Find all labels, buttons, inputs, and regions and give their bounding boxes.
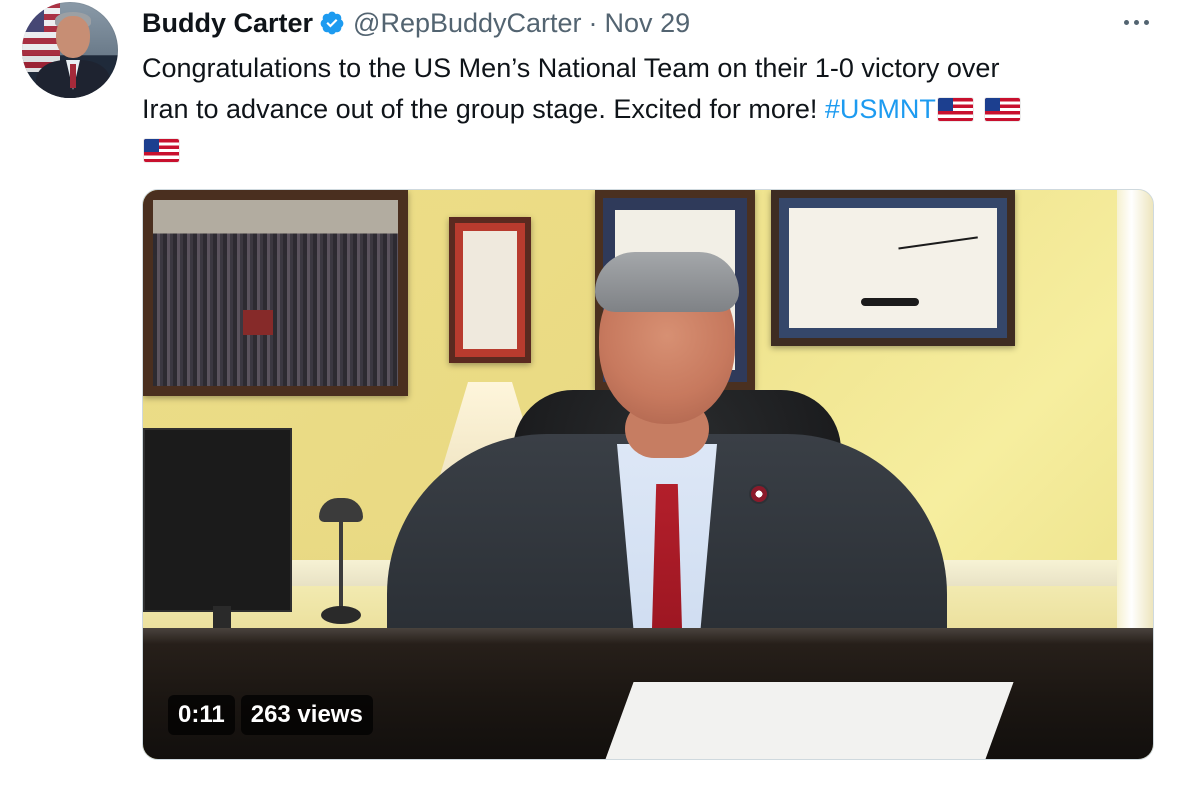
us-flag-emoji-icon bbox=[937, 98, 973, 121]
header-separator: · bbox=[588, 7, 598, 38]
tweet-header: Buddy Carter @RepBuddyCarter · Nov 29 bbox=[142, 6, 690, 40]
lapel-pin bbox=[751, 486, 767, 502]
tweet-date[interactable]: Nov 29 bbox=[605, 8, 691, 39]
framed-photo-congress bbox=[143, 190, 408, 396]
more-dot-icon bbox=[1143, 19, 1149, 25]
framed-photo-art bbox=[153, 200, 398, 386]
lamp-foot bbox=[321, 606, 361, 624]
us-flag-emoji-icon bbox=[144, 139, 179, 162]
tweet-text-line-3 bbox=[142, 130, 1142, 171]
video-views-badge: 263 views bbox=[240, 695, 373, 735]
computer-monitor bbox=[143, 428, 292, 612]
verified-badge-icon bbox=[320, 11, 344, 35]
hashtag-link[interactable]: #USMNT bbox=[825, 94, 936, 124]
more-dot-icon bbox=[1133, 19, 1139, 25]
author-name[interactable]: Buddy Carter bbox=[142, 8, 313, 39]
speaker-hair bbox=[595, 252, 739, 312]
avatar-face bbox=[56, 16, 90, 58]
more-dot-icon bbox=[1123, 19, 1129, 25]
author-avatar[interactable] bbox=[22, 2, 118, 98]
desk-papers bbox=[604, 682, 1014, 759]
tweet-text-line-1: Congratulations to the US Men’s National… bbox=[142, 53, 1000, 83]
author-handle[interactable]: @RepBuddyCarter bbox=[353, 8, 582, 39]
us-flag-emoji-icon bbox=[984, 98, 1020, 121]
tweet-video[interactable]: 0:11 263 views bbox=[142, 189, 1154, 760]
video-overlay: 0:11 263 views bbox=[168, 695, 373, 735]
lamp-cap bbox=[319, 498, 363, 522]
tweet-text-line-2: Iran to advance out of the group stage. … bbox=[142, 89, 1142, 130]
more-options-icon[interactable] bbox=[1112, 10, 1160, 34]
monitor-stand bbox=[213, 606, 231, 630]
tweet-text: Congratulations to the US Men’s National… bbox=[142, 48, 1142, 171]
avatar-tie bbox=[70, 64, 76, 88]
video-duration-badge: 0:11 bbox=[168, 695, 235, 735]
lamp-stem bbox=[339, 520, 343, 616]
desk-lamp bbox=[319, 498, 363, 630]
tweet-text-line-2-prefix: Iran to advance out of the group stage. … bbox=[142, 94, 825, 124]
